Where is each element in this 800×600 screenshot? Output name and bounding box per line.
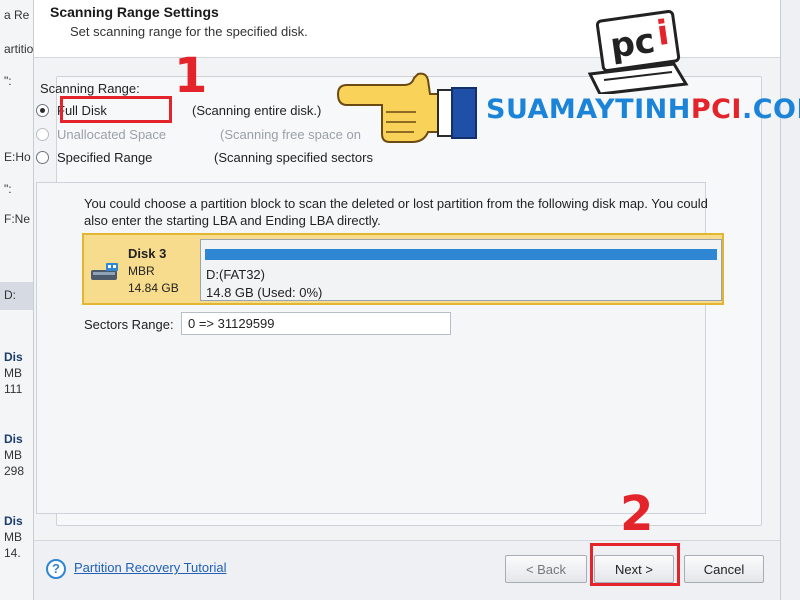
bg-text: MB: [4, 448, 22, 462]
radio-button[interactable]: [36, 151, 49, 164]
bg-text: F:Ne: [4, 212, 31, 226]
bg-text: MB: [4, 530, 22, 544]
watermark-main: SUAMAYTINH: [486, 94, 691, 125]
partition-usage-bar: [205, 249, 717, 260]
background-app-edge: [780, 0, 800, 600]
disk-map-panel: [36, 182, 706, 514]
annotation-highlight-full-disk: [60, 96, 172, 123]
partition-name: D:(FAT32): [206, 267, 265, 282]
bg-disk-label: Dis: [4, 350, 23, 364]
sectors-range-label: Sectors Range:: [84, 317, 174, 332]
disk-type: MBR: [128, 264, 155, 278]
radio-button: [36, 128, 49, 141]
partition-info: 14.8 GB (Used: 0%): [206, 285, 323, 300]
bg-text: D:: [4, 288, 16, 302]
annotation-step-2: 2: [620, 486, 654, 542]
annotation-step-1: 1: [174, 48, 208, 104]
annotation-highlight-next: [590, 543, 680, 586]
help-icon[interactable]: ?: [46, 559, 66, 579]
background-app-panel: a Re artition ": E:Ho ": F:Ne D: Dis MB …: [0, 0, 34, 600]
svg-text:pc: pc: [608, 21, 658, 67]
bg-text: 14.: [4, 546, 21, 560]
site-watermark: SUAMAYTINHPCI.COM: [486, 94, 800, 125]
watermark-accent: PCI: [690, 94, 742, 125]
pci-laptop-logo: pc i: [587, 9, 689, 94]
usb-drive-icon: [91, 263, 118, 280]
disk-name: Disk 3: [128, 246, 167, 261]
disk-map-instructions: You could choose a partition block to sc…: [84, 196, 708, 228]
radio-label: Specified Range: [57, 150, 153, 165]
bg-text: a Re: [4, 8, 30, 22]
bg-text: E:Ho: [4, 150, 31, 164]
radio-button[interactable]: [36, 104, 49, 117]
disk-size: 14.84 GB: [128, 281, 179, 295]
bg-text: ":: [4, 182, 12, 196]
cancel-button[interactable]: Cancel: [684, 555, 764, 583]
back-button[interactable]: < Back: [505, 555, 587, 583]
radio-description: (Scanning entire disk.): [192, 103, 322, 118]
bg-disk-label: Dis: [4, 514, 23, 528]
bg-disk-label: Dis: [4, 432, 23, 446]
watermark-tail: .COM: [741, 94, 800, 125]
dialog-subtitle: Set scanning range for the specified dis…: [70, 24, 308, 39]
bg-text: artition: [4, 42, 34, 56]
disk-map-row[interactable]: Disk 3 MBR 14.84 GB D:(FAT32) 14.8 GB (U…: [82, 233, 724, 305]
dialog-title: Scanning Range Settings: [50, 4, 219, 20]
scanning-range-label: Scanning Range:: [40, 81, 140, 96]
pointing-hand-icon: [336, 72, 477, 143]
bg-text: 111: [4, 382, 23, 396]
bg-text: ":: [4, 74, 12, 88]
bg-text: 298: [4, 464, 25, 478]
partition-recovery-tutorial-link[interactable]: Partition Recovery Tutorial: [74, 560, 226, 575]
radio-label: Unallocated Space: [57, 127, 167, 142]
partition-block[interactable]: D:(FAT32) 14.8 GB (Used: 0%): [200, 239, 722, 301]
sectors-range-input[interactable]: [181, 312, 451, 335]
bg-text: MB: [4, 366, 22, 380]
